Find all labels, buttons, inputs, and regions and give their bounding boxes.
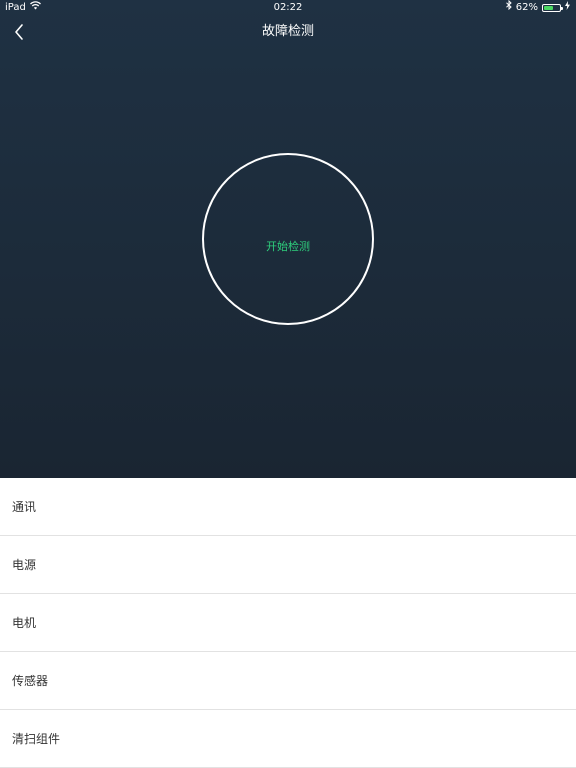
status-time: 02:22 bbox=[273, 2, 303, 13]
status-bar: iPad 02:22 62% bbox=[0, 0, 576, 16]
list-item-cleaning-assembly[interactable]: 清扫组件 bbox=[0, 710, 576, 768]
status-right: 62% bbox=[505, 0, 570, 16]
list-item-communication[interactable]: 通讯 bbox=[0, 478, 576, 536]
charging-icon bbox=[565, 0, 570, 16]
list-item-label: 通讯 bbox=[12, 500, 37, 514]
bluetooth-icon bbox=[505, 0, 512, 16]
list-item-label: 传感器 bbox=[12, 674, 49, 688]
list-item-label: 电源 bbox=[12, 558, 37, 572]
battery-icon bbox=[542, 4, 563, 12]
list-item-label: 清扫组件 bbox=[12, 732, 61, 746]
component-list: 通讯 电源 电机 传感器 清扫组件 bbox=[0, 478, 576, 768]
list-item-sensor[interactable]: 传感器 bbox=[0, 652, 576, 710]
nav-bar: 故障检测 bbox=[0, 16, 576, 48]
list-item-label: 电机 bbox=[12, 616, 37, 630]
start-detection-label: 开始检测 bbox=[266, 240, 310, 253]
battery-fill bbox=[544, 6, 554, 10]
list-item-power[interactable]: 电源 bbox=[0, 536, 576, 594]
list-item-motor[interactable]: 电机 bbox=[0, 594, 576, 652]
start-detection-button[interactable]: 开始检测 bbox=[202, 153, 374, 325]
page-title: 故障检测 bbox=[261, 24, 314, 39]
battery-percent: 62% bbox=[515, 2, 538, 13]
detection-panel: iPad 02:22 62% 故障检测 开始检测 bbox=[0, 0, 576, 478]
